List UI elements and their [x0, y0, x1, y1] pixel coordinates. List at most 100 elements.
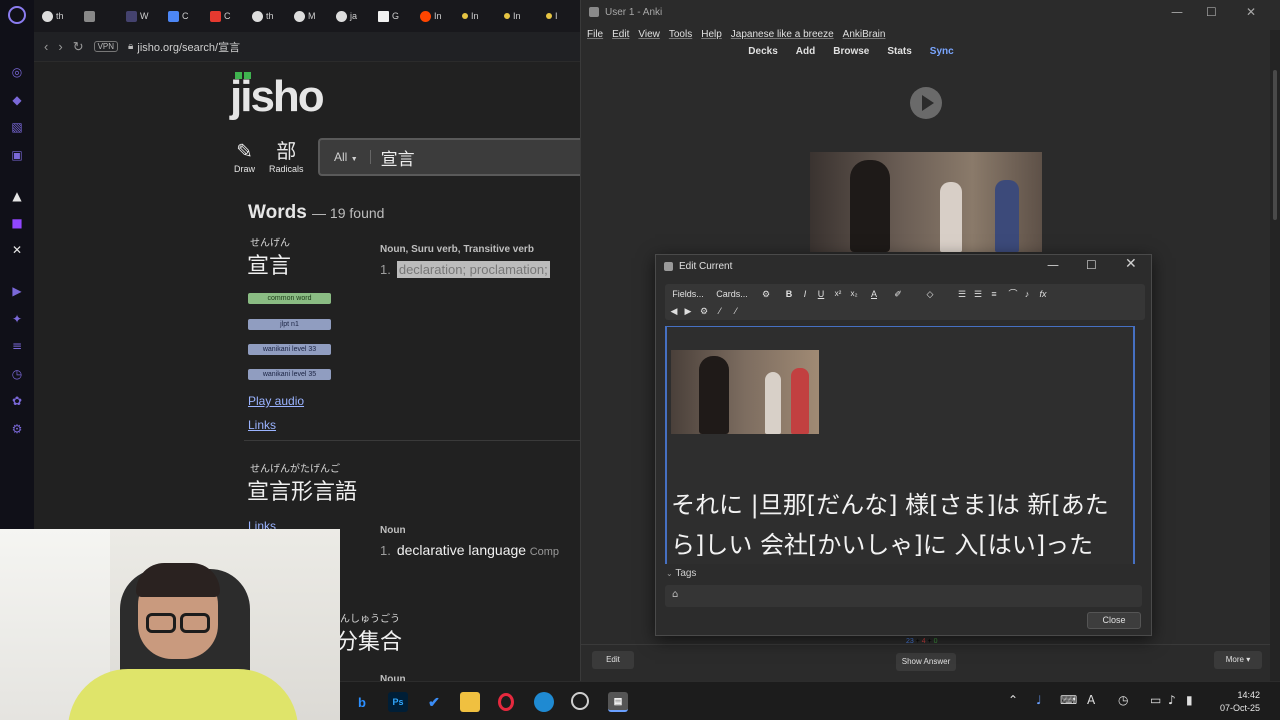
settings-icon[interactable]: ⚙ — [7, 419, 27, 439]
draw-button[interactable]: ✎ Draw — [234, 140, 255, 174]
tags-input[interactable]: ⌂ — [665, 585, 1142, 607]
highlight-icon[interactable]: ✐ — [891, 287, 905, 301]
links-link[interactable]: Links — [248, 418, 276, 432]
fields-button[interactable]: Fields... — [667, 287, 709, 301]
jisho-logo[interactable]: jisho — [230, 72, 325, 122]
close-button[interactable]: Close — [1087, 612, 1141, 629]
aria-icon[interactable]: ◎ — [7, 62, 27, 82]
cards-button[interactable]: Cards... — [712, 287, 752, 301]
tab[interactable]: M — [290, 4, 330, 28]
mail-icon[interactable]: ▣ — [7, 145, 27, 165]
tab[interactable]: I — [542, 4, 582, 28]
stats-link[interactable]: Stats — [887, 46, 911, 57]
formula-icon[interactable]: fx — [1036, 287, 1050, 301]
play-audio-icon[interactable] — [910, 87, 942, 119]
search-box[interactable]: All ▼ 宣言 — [318, 138, 580, 176]
tab[interactable]: G — [374, 4, 414, 28]
minimize-icon[interactable]: — — [1171, 5, 1183, 19]
maximize-icon[interactable]: ☐ — [1086, 258, 1097, 272]
settings-icon[interactable]: ⚙ — [697, 304, 711, 318]
volume-icon[interactable]: ♪ — [1168, 693, 1176, 707]
menu-help[interactable]: Help — [701, 29, 722, 40]
keyboard-icon[interactable]: ⌨ — [1060, 693, 1077, 707]
clock-icon[interactable]: ◷ — [1118, 693, 1128, 707]
messenger-icon[interactable]: ▧ — [7, 117, 27, 137]
forward-icon[interactable]: › — [58, 39, 62, 54]
scrollbar-thumb[interactable] — [1273, 70, 1277, 220]
brush-icon[interactable]: ⁄ — [713, 304, 727, 318]
radicals-button[interactable]: 部 Radicals — [269, 140, 304, 174]
player-icon[interactable]: ▶ — [7, 281, 27, 301]
back-icon[interactable]: ‹ — [44, 39, 48, 54]
tab[interactable] — [80, 4, 120, 28]
todo-icon[interactable]: ✔ — [424, 692, 444, 712]
superscript-icon[interactable]: x² — [831, 287, 845, 301]
network-icon[interactable]: ▭ — [1150, 693, 1161, 707]
bing-icon[interactable]: b — [352, 692, 372, 712]
tab[interactable]: W — [122, 4, 162, 28]
field-text[interactable]: それに |旦那[だんな] 様[さま]は 新[あたら]しい 会社[かいしゃ]に 入… — [671, 485, 1133, 564]
menu-view[interactable]: View — [638, 29, 660, 40]
chevron-up-icon[interactable]: ⌃ — [1008, 693, 1018, 707]
app-icon[interactable]: ▲ — [7, 186, 27, 206]
numbered-list-icon[interactable]: ☰ — [971, 287, 985, 301]
menu-file[interactable]: File — [587, 29, 603, 40]
editor-field[interactable]: それに |旦那[だんな] 様[さま]は 新[あたら]しい 会社[かいしゃ]に 入… — [665, 326, 1135, 564]
chrome-icon[interactable] — [571, 692, 589, 710]
search-filter-select[interactable]: All ▼ — [320, 150, 371, 164]
language-icon[interactable]: A — [1087, 693, 1095, 707]
show-answer-button[interactable]: Show Answer — [896, 653, 956, 671]
tab[interactable]: th — [248, 4, 288, 28]
pinboard-icon[interactable]: ✦ — [7, 309, 27, 329]
tab[interactable]: C — [164, 4, 204, 28]
align-icon[interactable]: ≡ — [987, 287, 1001, 301]
audio-icon[interactable]: ◀ — [667, 304, 681, 318]
reload-icon[interactable]: ↻ — [73, 39, 84, 55]
bullet-list-icon[interactable]: ☰ — [955, 287, 969, 301]
sync-link[interactable]: Sync — [930, 46, 954, 57]
text-color-icon[interactable]: A — [867, 287, 881, 301]
scrollbar[interactable] — [1270, 30, 1280, 690]
bold-icon[interactable]: B — [783, 287, 795, 301]
attach-icon[interactable]: ⌒ — [1007, 287, 1019, 301]
tabs-icon[interactable]: ≡ — [7, 336, 27, 356]
edge-icon[interactable] — [534, 692, 554, 712]
close-icon[interactable]: ✕ — [1125, 256, 1137, 272]
photoshop-icon[interactable]: Ps — [388, 692, 408, 712]
edit-button[interactable]: Edit — [592, 651, 634, 669]
tab[interactable]: th — [38, 4, 78, 28]
brush-icon[interactable]: ⁄ — [729, 304, 743, 318]
battery-icon[interactable]: ▮ — [1186, 693, 1193, 707]
opera-logo-icon[interactable] — [8, 6, 26, 24]
menu-tools[interactable]: Tools — [669, 29, 692, 40]
search-input[interactable]: 宣言 — [371, 145, 415, 170]
tags-header[interactable]: ⌄ Tags — [666, 568, 696, 579]
play-audio-link[interactable]: Play audio — [248, 394, 304, 408]
minimize-icon[interactable]: — — [1047, 258, 1059, 272]
eraser-icon[interactable]: ◇ — [923, 287, 937, 301]
twitch-icon[interactable]: ■ — [7, 213, 27, 233]
chatgpt-icon[interactable]: ◆ — [7, 90, 27, 110]
extensions-icon[interactable]: ✿ — [7, 391, 27, 411]
opera-icon[interactable] — [498, 693, 514, 711]
vpn-badge[interactable]: VPN — [93, 41, 119, 52]
gear-icon[interactable]: ⚙ — [759, 287, 773, 301]
subscript-icon[interactable]: x₂ — [847, 287, 861, 301]
anki-icon[interactable]: ▤ — [608, 692, 628, 712]
underline-icon[interactable]: U — [815, 287, 827, 301]
menu-japanese-like-a-breeze[interactable]: Japanese like a breeze — [731, 29, 834, 40]
system-clock[interactable]: 14:42 07-Oct-25 — [1220, 689, 1260, 715]
italic-icon[interactable]: I — [799, 287, 811, 301]
mic-icon[interactable]: ♪ — [1021, 287, 1033, 301]
microphone-icon[interactable]: ♩ — [1036, 693, 1042, 707]
close-icon[interactable]: ✕ — [1246, 5, 1256, 19]
play-icon[interactable]: ▶ — [681, 304, 695, 318]
more-button[interactable]: More ▾ — [1214, 651, 1262, 669]
tab[interactable]: ja — [332, 4, 372, 28]
file-explorer-icon[interactable] — [460, 692, 480, 712]
history-icon[interactable]: ◷ — [7, 364, 27, 384]
tab[interactable]: In — [500, 4, 540, 28]
decks-link[interactable]: Decks — [748, 46, 777, 57]
url-field[interactable]: jisho.org/search/宣言 — [137, 39, 240, 55]
browse-link[interactable]: Browse — [833, 46, 869, 57]
